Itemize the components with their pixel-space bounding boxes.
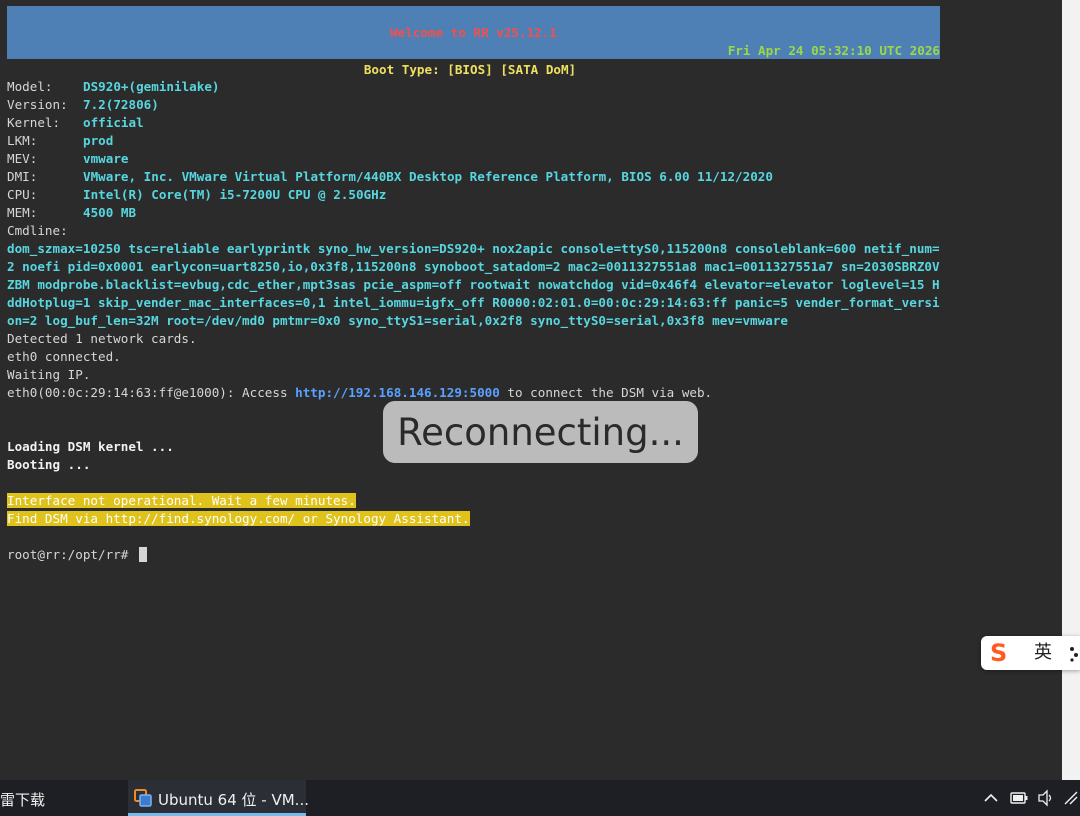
info-row-cpu: CPU: Intel(R) Core(TM) i5-7200U CPU @ 2.5… <box>7 187 386 205</box>
cmdline-label: Cmdline: <box>7 223 68 238</box>
info-value: 7.2(72806) <box>83 97 159 112</box>
info-value: official <box>83 115 144 130</box>
info-value: VMware, Inc. VMware Virtual Platform/440… <box>83 169 773 184</box>
loading-line: Loading DSM kernel ... <box>7 439 174 454</box>
info-label: CPU: <box>7 187 38 202</box>
warning-text: Find DSM via http://find.synology.com/ o… <box>7 511 470 526</box>
prompt-text: root@rr:/opt/rr# <box>7 547 136 562</box>
booting-line: Booting ... <box>7 457 91 472</box>
dsm-url-link[interactable]: http://192.168.146.129:5000 <box>295 385 500 400</box>
cmdline-line: on=2 log_buf_len=32M root=/dev/md0 pmtmr… <box>7 313 788 328</box>
info-row-kernel: Kernel: official <box>7 115 144 133</box>
sogou-logo-icon[interactable]: S <box>990 641 1007 665</box>
info-value: vmware <box>83 151 129 166</box>
info-row-mem: MEM: 4500 MB <box>7 205 136 223</box>
taskbar-item-thunder[interactable]: 雷下载 <box>0 789 45 810</box>
taskbar: 雷下载 Ubuntu 64 位 - VM... <box>0 780 1080 816</box>
info-row-lkm: LKM: prod <box>7 133 113 151</box>
banner-datetime: Fri Apr 24 05:32:10 UTC 2026 <box>727 43 940 58</box>
chevron-up-icon[interactable] <box>982 789 1000 807</box>
info-row-version: Version: 7.2(72806) <box>7 97 159 115</box>
info-value: DS920+(geminilake) <box>83 79 220 94</box>
ime-toolbar[interactable]: S 英 <box>981 636 1080 670</box>
info-row-mev: MEV: vmware <box>7 151 129 169</box>
cmdline-line: dom_szmax=10250 tsc=reliable earlyprintk… <box>7 241 940 256</box>
ime-mode-toggle[interactable]: 英 <box>1034 642 1052 664</box>
cmdline-line: ddHotplug=1 skip_vender_mac_interfaces=0… <box>7 295 940 310</box>
boot-type: Boot Type: [BIOS] [SATA DoM] <box>363 62 577 77</box>
banner: Welcome to RR v25.12.1 Fri Apr 24 05:32:… <box>7 6 940 59</box>
net-line: eth0 connected. <box>7 349 121 364</box>
info-row-model: Model: DS920+(geminilake) <box>7 79 219 97</box>
access-prefix: eth0(00:0c:29:14:63:ff@e1000): Access <box>7 385 296 400</box>
banner-title: Welcome to RR v25.12.1 <box>390 25 557 40</box>
info-value: 4500 MB <box>83 205 137 220</box>
shell-prompt[interactable]: root@rr:/opt/rr# <box>7 547 147 565</box>
network-icon[interactable] <box>1062 789 1080 807</box>
info-label: MEV: <box>7 151 38 166</box>
access-suffix: to connect the DSM via web. <box>499 385 713 400</box>
net-line: Waiting IP. <box>7 367 91 382</box>
text-cursor <box>138 547 147 562</box>
info-label: Model: <box>7 79 53 94</box>
info-value: Intel(R) Core(TM) i5-7200U CPU @ 2.50GHz <box>83 187 387 202</box>
volume-icon[interactable] <box>1037 789 1055 807</box>
net-line: Detected 1 network cards. <box>7 331 197 346</box>
info-value: prod <box>83 133 114 148</box>
vm-console[interactable]: Welcome to RR v25.12.1 Fri Apr 24 05:32:… <box>0 0 1062 780</box>
warning-line: Find DSM via http://find.synology.com/ o… <box>7 511 470 529</box>
vmware-icon <box>134 789 152 807</box>
reconnecting-overlay: Reconnecting... <box>383 401 698 463</box>
info-label: Version: <box>7 97 68 112</box>
ime-more-icon[interactable] <box>1070 646 1080 662</box>
warning-text: Interface not operational. Wait a few mi… <box>7 493 356 508</box>
info-label: LKM: <box>7 133 38 148</box>
cmdline-line: 2 noefi pid=0x0001 earlycon=uart8250,io,… <box>7 259 940 274</box>
battery-icon[interactable] <box>1010 789 1028 807</box>
info-label: DMI: <box>7 169 38 184</box>
info-label: MEM: <box>7 205 38 220</box>
taskbar-item-label: Ubuntu 64 位 - VM... <box>158 791 309 809</box>
warning-line: Interface not operational. Wait a few mi… <box>7 493 356 511</box>
cmdline-line: ZBM modprobe.blacklist=evbug,cdc_ether,m… <box>7 277 940 292</box>
info-label: Kernel: <box>7 115 61 130</box>
info-row-dmi: DMI: VMware, Inc. VMware Virtual Platform… <box>7 169 773 187</box>
